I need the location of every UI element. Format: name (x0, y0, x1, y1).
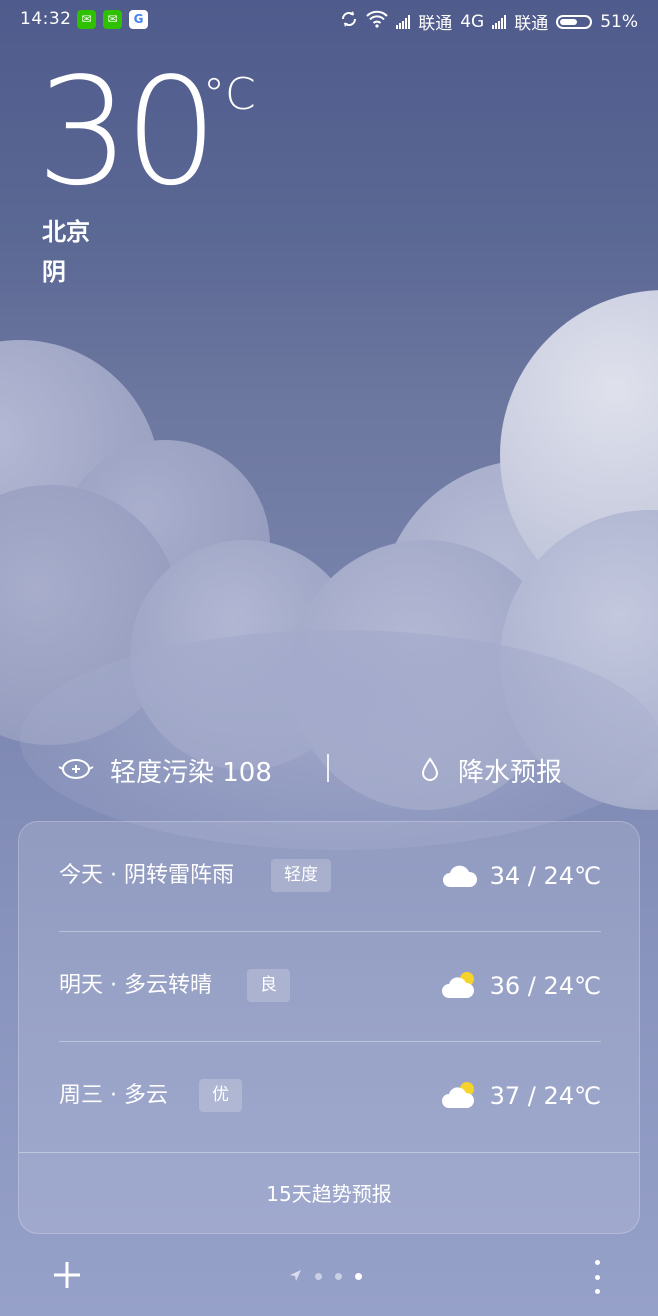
network-type: 4G (460, 11, 485, 32)
wechat-icon: ✉ (103, 10, 122, 29)
more-dot (594, 1274, 600, 1280)
forecast-row[interactable]: 明天 · 多云转晴 良 36 / 24℃ (59, 932, 601, 1042)
page-indicator[interactable] (289, 1267, 362, 1286)
air-quality-button[interactable]: 轻度污染 108 (58, 752, 272, 789)
page-dot-active (355, 1273, 362, 1280)
location-arrow-icon (289, 1267, 302, 1286)
more-menu-button[interactable] (589, 1260, 605, 1294)
page-dot (335, 1273, 342, 1280)
precipitation-label: 降水预报 (458, 758, 563, 788)
wifi-icon (366, 10, 388, 33)
forecast-temp: 37 / 24℃ (489, 1082, 601, 1110)
status-bar: 14:32 ✉ ✉ G 联通 4G 联通 51% (0, 0, 658, 40)
status-time: 14:32 (20, 9, 72, 29)
forecast-temp: 34 / 24℃ (489, 862, 601, 890)
mask-icon (58, 756, 94, 786)
air-quality-label: 轻度污染 108 (110, 758, 272, 788)
more-dot (594, 1289, 600, 1294)
current-temperature: 30 (36, 46, 218, 218)
forecast-day: 周三 · 多云 (59, 1083, 168, 1108)
carrier-label: 联通 (418, 14, 453, 34)
cloud-icon (441, 859, 479, 891)
partly-sunny-icon (441, 969, 479, 1001)
forecast-day: 今天 · 阴转雷阵雨 (59, 863, 234, 888)
page-dot (315, 1273, 322, 1280)
wechat-icon: ✉ (77, 10, 96, 29)
aqi-badge: 轻度 (271, 859, 331, 892)
google-icon: G (129, 10, 148, 29)
partly-sunny-icon (441, 1079, 479, 1111)
divider (327, 754, 329, 782)
plus-icon (54, 1262, 80, 1288)
signal-icon (396, 14, 411, 29)
carrier-label: 联通 (514, 14, 549, 34)
status-right: 联通 4G 联通 51% (340, 9, 638, 34)
forecast-row[interactable]: 今天 · 阴转雷阵雨 轻度 34 / 24℃ (59, 822, 601, 932)
aqi-badge: 良 (247, 969, 290, 1002)
temperature-unit: °C (203, 69, 256, 120)
battery-percent: 51% (600, 11, 638, 32)
add-city-button[interactable] (51, 1259, 83, 1291)
aqi-badge: 优 (199, 1079, 242, 1112)
weather-condition: 阴 (42, 258, 66, 286)
signal-icon (492, 14, 507, 29)
fifteen-day-forecast-button[interactable]: 15天趋势预报 (19, 1152, 639, 1236)
city-name[interactable]: 北京 (42, 216, 90, 248)
forecast-row[interactable]: 周三 · 多云 优 37 / 24℃ (59, 1042, 601, 1152)
info-row: 轻度污染 108 降水预报 (0, 745, 658, 791)
forecast-day: 明天 · 多云转晴 (59, 973, 212, 998)
sync-icon (340, 10, 358, 33)
water-drop-icon (420, 756, 440, 786)
more-dot (594, 1260, 600, 1265)
precipitation-button[interactable]: 降水预报 (420, 752, 562, 789)
battery-icon (556, 14, 593, 29)
forecast-temp: 36 / 24℃ (489, 972, 601, 1000)
forecast-card: 今天 · 阴转雷阵雨 轻度 34 / 24℃ 明天 · 多云转晴 良 36 / … (18, 821, 640, 1234)
